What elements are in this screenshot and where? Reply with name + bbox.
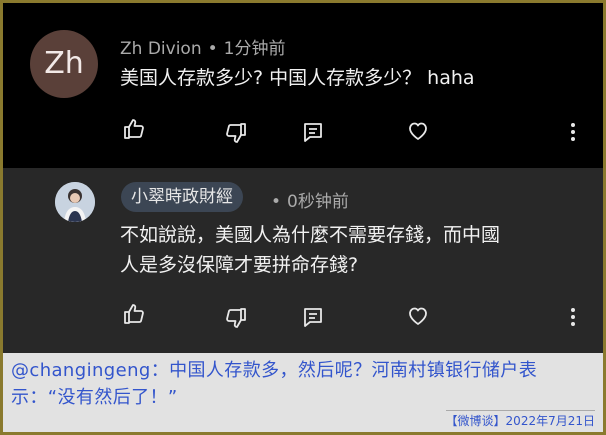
- caption-line: 示：“没有然后了！”: [11, 387, 178, 408]
- thumb-up-icon[interactable]: [120, 115, 148, 143]
- author-badge[interactable]: 小翠時政財經: [121, 182, 243, 212]
- author-name[interactable]: Zh Divion: [120, 39, 202, 59]
- thumb-down-icon[interactable]: [222, 119, 250, 147]
- comment-icon[interactable]: [299, 303, 327, 331]
- heart-icon[interactable]: [404, 117, 432, 145]
- thumb-down-icon[interactable]: [222, 304, 250, 332]
- more-vert-icon[interactable]: [559, 303, 587, 331]
- avatar[interactable]: [55, 182, 95, 222]
- comment-reply: 小翠時政財經 • 0秒钟前 不如說說，美國人為什麼不需要存錢，而中國 人是多沒保障…: [3, 168, 603, 353]
- caption-line: @changingeng：中国人存款多，然后呢？河南村镇银行储户表: [11, 360, 538, 381]
- comment-icon[interactable]: [299, 118, 327, 146]
- avatar[interactable]: Zh: [30, 30, 98, 98]
- separator-dot: •: [271, 192, 282, 212]
- author-name[interactable]: 小翠時政財經: [131, 187, 233, 207]
- timestamp: 0秒钟前: [287, 192, 349, 212]
- comment-text: 不如說說，美國人為什麼不需要存錢，而中國 人是多沒保障才要拼命存錢?: [120, 220, 500, 280]
- comment-meta: Zh Divion • 1分钟前: [120, 34, 285, 59]
- comment-text-line: 人是多沒保障才要拼命存錢?: [120, 254, 359, 276]
- screenshot-frame: Zh Zh Divion • 1分钟前 美国人存款多少? 中国人存款多少？ haha: [3, 3, 603, 432]
- source-credit: 【微博谈】2022年7月21日: [445, 410, 595, 429]
- caption-text: @changingeng：中国人存款多，然后呢？河南村镇银行储户表 示：“没有然…: [11, 357, 597, 411]
- comment-top-level: Zh Zh Divion • 1分钟前 美国人存款多少? 中国人存款多少？ haha: [3, 3, 603, 168]
- thumb-up-icon[interactable]: [120, 300, 148, 328]
- heart-icon[interactable]: [404, 302, 432, 330]
- more-vert-icon[interactable]: [559, 118, 587, 146]
- comment-text: 美国人存款多少? 中国人存款多少？ haha: [120, 67, 475, 89]
- caption-box: @changingeng：中国人存款多，然后呢？河南村镇银行储户表 示：“没有然…: [3, 353, 603, 432]
- comment-meta: • 0秒钟前: [265, 187, 349, 212]
- comment-text-line: 不如說說，美國人為什麼不需要存錢，而中國: [120, 224, 501, 246]
- separator-dot: •: [207, 39, 218, 59]
- timestamp: 1分钟前: [223, 39, 286, 59]
